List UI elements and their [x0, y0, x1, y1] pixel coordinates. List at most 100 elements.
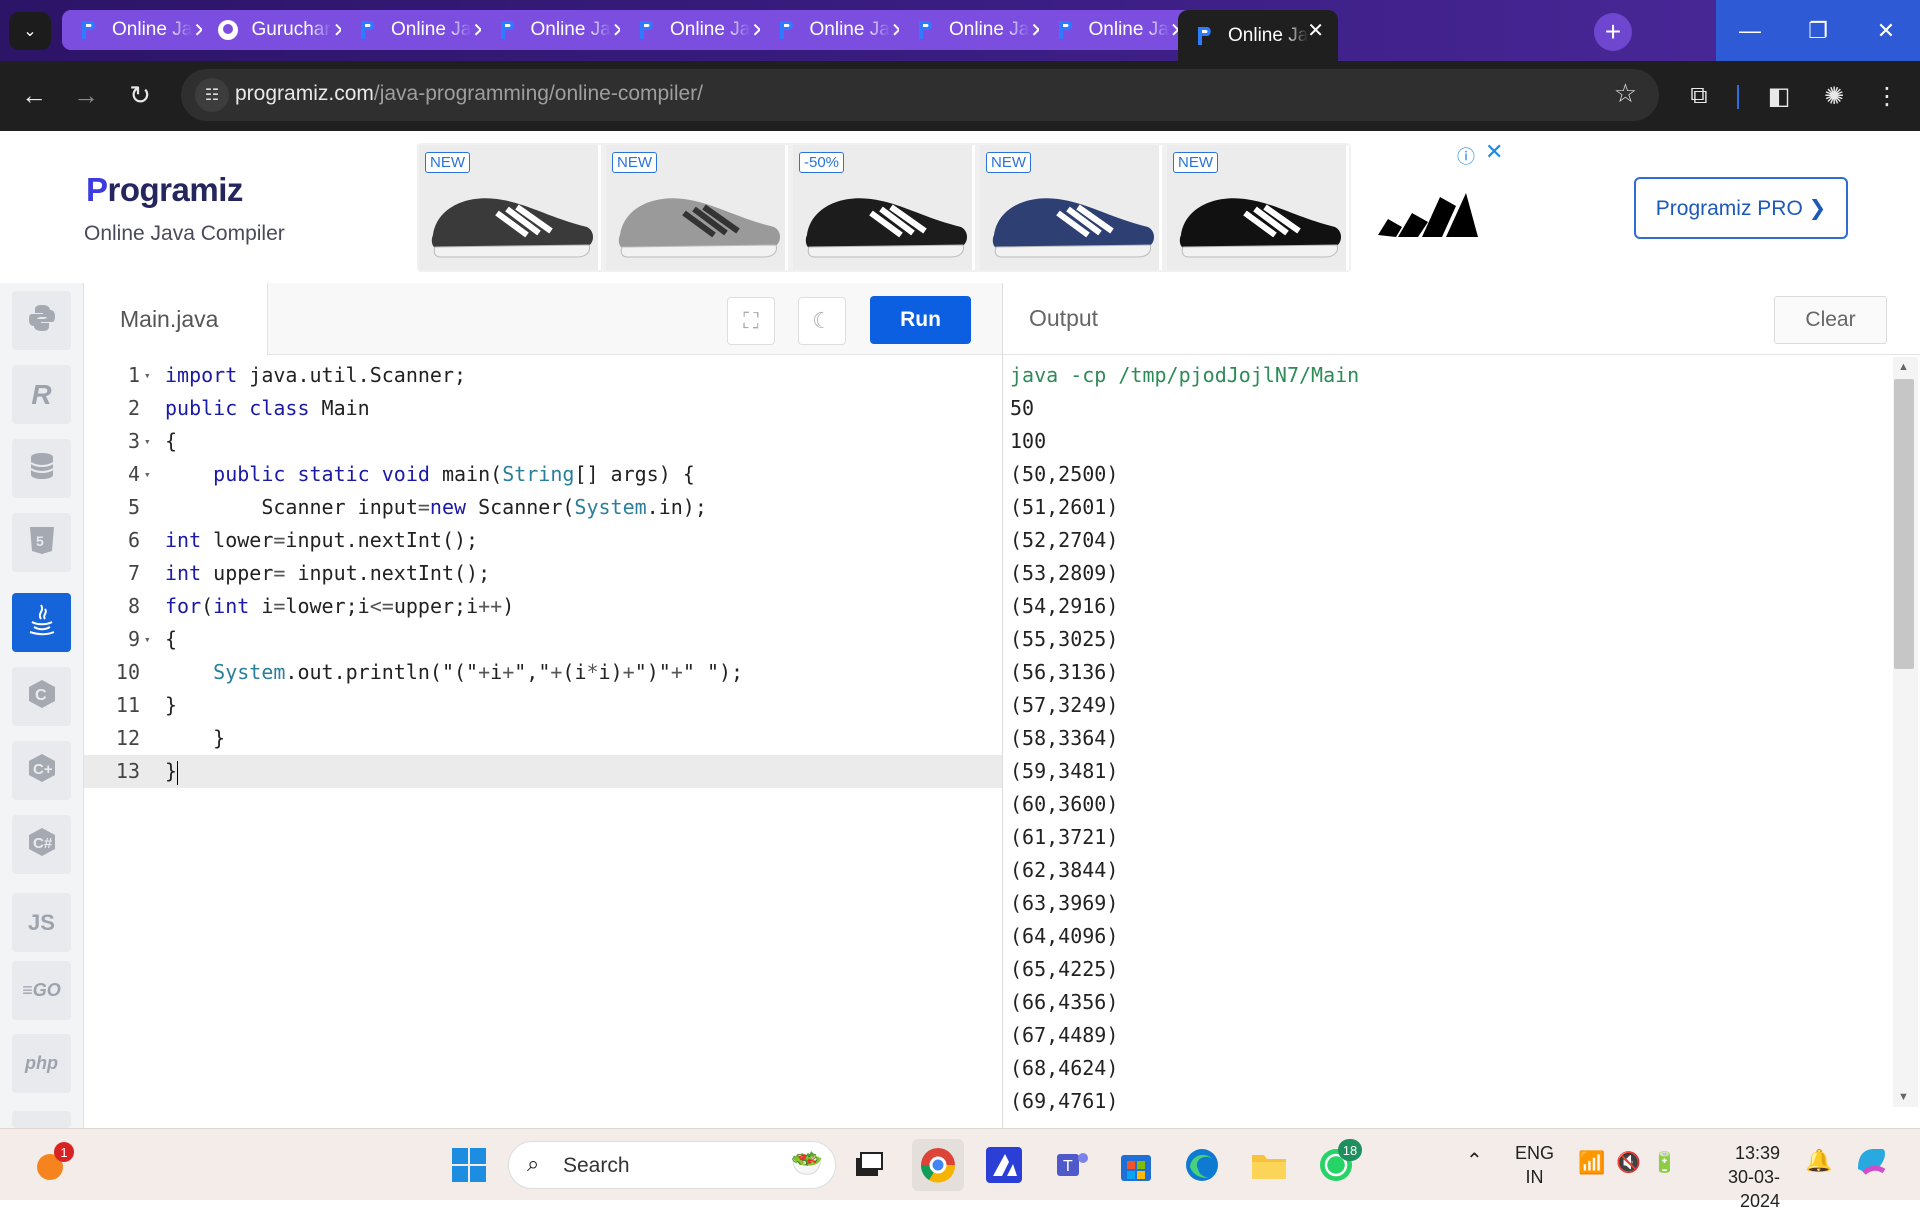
- lang-java-button[interactable]: [12, 593, 71, 652]
- tab-title: Online Java Compiler: [112, 19, 192, 40]
- code-line[interactable]: 3 ▾ {: [84, 425, 1002, 458]
- scroll-thumb[interactable]: [1894, 379, 1914, 669]
- battery-icon[interactable]: 🔋: [1652, 1151, 1677, 1175]
- code-line[interactable]: 13}: [84, 755, 1002, 788]
- reload-button[interactable]: ↻: [120, 75, 160, 115]
- task-view-button[interactable]: [843, 1139, 895, 1191]
- lang-more-button[interactable]: [12, 1111, 71, 1128]
- adidas-logo[interactable]: [1378, 175, 1482, 241]
- fold-arrow-icon[interactable]: ▾: [144, 359, 151, 392]
- output-console[interactable]: java -cp /tmp/pjodJojlN7/Main 50 100 (50,25…: [1003, 355, 1893, 1128]
- shoe-ad-banner[interactable]: NEW NEW -50% NEW NEW: [417, 143, 1351, 272]
- lang-sql-button[interactable]: [12, 439, 71, 498]
- lang-html-button[interactable]: 5: [12, 513, 71, 572]
- back-button[interactable]: ←: [14, 75, 54, 115]
- code-line[interactable]: 5 Scanner input=new Scanner(System.in);: [84, 491, 1002, 524]
- site-info-icon[interactable]: ☷: [195, 78, 229, 112]
- clear-button[interactable]: Clear: [1774, 296, 1887, 344]
- ad-shoe-1[interactable]: NEW: [419, 145, 601, 270]
- weather-widget[interactable]: 1: [24, 1139, 76, 1191]
- close-tab-icon[interactable]: ✕: [1307, 18, 1324, 43]
- tab-9[interactable]: Online Java Compiler✕: [1178, 10, 1338, 61]
- lang-c-button[interactable]: C: [12, 667, 71, 726]
- url-text[interactable]: programiz.com/java-programming/online-co…: [235, 82, 703, 106]
- lang-python-button[interactable]: [12, 291, 71, 350]
- fullscreen-button[interactable]: ⛶: [727, 297, 775, 345]
- forward-button[interactable]: →: [66, 75, 106, 115]
- language-indicator[interactable]: ENG IN: [1515, 1141, 1554, 1189]
- code-line[interactable]: 1 ▾ import java.util.Scanner;: [84, 359, 1002, 392]
- code-editor[interactable]: 1 ▾ import java.util.Scanner; 2 public class…: [84, 355, 1002, 1128]
- ad-shoe-2[interactable]: NEW: [606, 145, 788, 270]
- new-tab-button[interactable]: +: [1594, 13, 1632, 51]
- chrome-app[interactable]: [912, 1139, 964, 1191]
- tab-1[interactable]: Online Java Compiler✕: [62, 10, 224, 50]
- code-line[interactable]: 8 for(int i=lower;i<=upper;i++): [84, 590, 1002, 623]
- tab-8[interactable]: Online Java Compiler✕: [1038, 10, 1201, 50]
- tab-5[interactable]: Online Java Compiler✕: [620, 10, 782, 50]
- tab-4[interactable]: Online Java Compiler✕: [480, 10, 643, 50]
- minimize-button[interactable]: —: [1716, 0, 1784, 61]
- clock-date: 30-03-2024: [1727, 1167, 1780, 1211]
- ad-shoe-5[interactable]: NEW: [1167, 145, 1349, 270]
- start-button[interactable]: [443, 1139, 495, 1191]
- close-window-button[interactable]: ✕: [1852, 0, 1920, 61]
- lang-go-button[interactable]: ≡GO: [12, 961, 71, 1020]
- dark-mode-button[interactable]: ☾: [798, 297, 846, 345]
- tab-search-button[interactable]: ⌄: [9, 12, 51, 50]
- ad-shoe-4[interactable]: NEW: [980, 145, 1162, 270]
- code-line[interactable]: 10 System.out.println("("+i+","+(i*i)+")…: [84, 656, 1002, 689]
- clock[interactable]: 13:39 30-03-2024: [1700, 1141, 1780, 1213]
- menu-kebab-icon[interactable]: ⋮: [1868, 77, 1906, 115]
- extensions-icon[interactable]: ⧉: [1680, 77, 1718, 115]
- scroll-down-arrow[interactable]: ▼: [1898, 1091, 1909, 1103]
- ad-info-icon[interactable]: ⓘ: [1457, 143, 1475, 169]
- code-line[interactable]: 11}: [84, 689, 1002, 722]
- file-tab[interactable]: Main.java: [84, 283, 268, 355]
- output-line: (69,4761): [1010, 1089, 1119, 1113]
- restore-button[interactable]: ❐: [1784, 0, 1852, 61]
- tab-2[interactable]: Guruchar✕: [201, 10, 364, 50]
- lang-r-button[interactable]: R: [12, 365, 71, 424]
- store-app[interactable]: [1110, 1139, 1162, 1191]
- tab-7[interactable]: Online Java Compiler✕: [899, 10, 1061, 50]
- output-scrollbar[interactable]: ▲ ▼: [1893, 357, 1918, 1107]
- fold-arrow-icon[interactable]: ▾: [144, 623, 151, 656]
- notification-bell-icon[interactable]: 🔔: [1805, 1149, 1832, 1173]
- wifi-icon[interactable]: 📶: [1578, 1151, 1605, 1175]
- address-bar[interactable]: ☷ programiz.com/java-programming/online-…: [181, 69, 1659, 121]
- code-line[interactable]: 9 ▾ {: [84, 623, 1002, 656]
- taskbar-search[interactable]: ⌕ Search 🥗: [508, 1141, 836, 1189]
- app-launcher[interactable]: [978, 1139, 1030, 1191]
- ai-assistant-icon[interactable]: ✺: [1815, 77, 1853, 115]
- side-panel-icon[interactable]: ◧: [1760, 77, 1798, 115]
- programiz-icon: [76, 18, 100, 42]
- scroll-up-arrow[interactable]: ▲: [1898, 361, 1909, 373]
- lang-cpp-button[interactable]: C+: [12, 741, 71, 800]
- lang-csharp-button[interactable]: C#: [12, 815, 71, 874]
- code-line[interactable]: 12 }: [84, 722, 1002, 755]
- programiz-logo[interactable]: Programiz: [86, 171, 243, 209]
- fold-arrow-icon[interactable]: ▾: [144, 458, 151, 491]
- tab-6[interactable]: Online Java Compiler✕: [759, 10, 922, 50]
- lang-php-button[interactable]: php: [12, 1034, 71, 1093]
- whatsapp-app[interactable]: 18: [1310, 1139, 1362, 1191]
- tab-3[interactable]: Online Java Compiler✕: [341, 10, 503, 50]
- run-button[interactable]: Run: [870, 296, 971, 344]
- teams-app[interactable]: T: [1046, 1139, 1098, 1191]
- ad-close-icon[interactable]: ✕: [1485, 139, 1503, 165]
- code-line[interactable]: 4 ▾ public static void main(String[] args…: [84, 458, 1002, 491]
- edge-app[interactable]: [1176, 1139, 1228, 1191]
- code-line[interactable]: 6 int lower=input.nextInt();: [84, 524, 1002, 557]
- lang-js-button[interactable]: JS: [12, 893, 71, 952]
- code-line[interactable]: 7 int upper= input.nextInt();: [84, 557, 1002, 590]
- bookmark-star-icon[interactable]: ☆: [1614, 78, 1637, 109]
- file-explorer-app[interactable]: [1243, 1139, 1295, 1191]
- programiz-pro-button[interactable]: Programiz PRO ❯: [1634, 177, 1848, 239]
- tray-chevron-icon[interactable]: ⌃: [1466, 1149, 1483, 1173]
- volume-muted-icon[interactable]: 🔇: [1616, 1151, 1641, 1175]
- copilot-button[interactable]: [1852, 1143, 1888, 1185]
- fold-arrow-icon[interactable]: ▾: [144, 425, 151, 458]
- ad-shoe-3[interactable]: -50%: [793, 145, 975, 270]
- code-line[interactable]: 2 public class Main: [84, 392, 1002, 425]
